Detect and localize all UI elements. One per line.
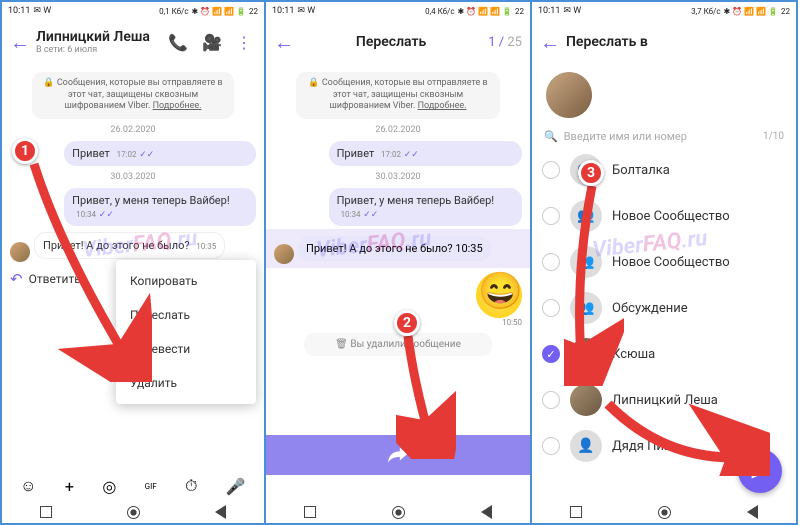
step-badge-3: 3 [578, 160, 604, 186]
video-icon[interactable]: 🎥 [198, 33, 226, 52]
message-out[interactable]: Привет, у меня теперь Вайбер! 10:34 ✓✓ [329, 188, 522, 226]
e2e-more-link[interactable]: Подробнее. [153, 101, 202, 111]
android-navbar [2, 501, 264, 523]
attach-icon[interactable]: + [65, 477, 74, 496]
reply-icon[interactable]: ↶ [10, 270, 23, 288]
forward-to-title: Переслать в [566, 34, 648, 50]
emoji-icon[interactable]: ☺ [20, 476, 36, 496]
nav-recents[interactable] [570, 506, 582, 518]
e2e-notice: 🔒 Сообщения, которые вы отправляете в эт… [32, 72, 234, 119]
android-navbar [266, 501, 530, 523]
status-bar: 10:11✉ W 0,4 Кб/с✱ ⏰ 📶 📶 🔋22 [266, 2, 530, 20]
self-avatar [546, 72, 592, 118]
contact-radio[interactable] [542, 299, 560, 317]
contact-radio[interactable] [542, 437, 560, 455]
clock-icon[interactable]: ⏱ [185, 476, 197, 496]
gif-icon[interactable]: GIF [145, 482, 157, 491]
status-bar: 10:11✉ W 0,1 Кб/с✱ ⏰ 📶 📶 🔋22 [2, 2, 264, 20]
contact-radio-checked[interactable] [542, 345, 560, 363]
contact-radio[interactable] [542, 161, 560, 179]
camera-icon[interactable]: ◎ [102, 477, 116, 496]
forward-header: ← Переслать 1 / 25 [266, 20, 530, 64]
annotation-arrow [600, 396, 770, 476]
message-out[interactable]: Привет 17:02 ✓✓ [329, 141, 522, 166]
nav-home[interactable] [392, 506, 405, 519]
nav-home[interactable] [127, 506, 140, 519]
date-separator: 26.02.2020 [10, 125, 256, 135]
contact-avatar[interactable] [274, 244, 294, 264]
nav-back[interactable] [481, 505, 492, 519]
contact-avatar [570, 384, 602, 416]
nav-recents[interactable] [304, 506, 316, 518]
chat-subtitle: В сети: 6 июля [36, 45, 158, 55]
step-badge-1: 1 [12, 138, 38, 164]
annotation-arrow [22, 152, 152, 382]
android-navbar [532, 501, 796, 523]
nav-back[interactable] [747, 505, 758, 519]
selection-count: 1/10 [763, 131, 784, 142]
contact-radio[interactable] [542, 253, 560, 271]
contact-radio[interactable] [542, 391, 560, 409]
sticker-smile[interactable] [476, 272, 522, 318]
selected-message[interactable]: Привет! А до этого не было? 10:35 [298, 236, 491, 261]
chat-header: ← Липницкий Леша В сети: 6 июля 📞 🎥 ⋮ [2, 20, 264, 64]
status-net-speed: 0,1 Кб/с [159, 7, 188, 16]
back-icon[interactable]: ← [274, 30, 294, 55]
annotation-arrow [396, 324, 456, 459]
annotation-arrow [564, 176, 624, 386]
search-input[interactable]: Введите имя или номер [564, 130, 757, 143]
back-icon[interactable]: ← [10, 30, 30, 55]
mic-button[interactable]: 🎤 [226, 477, 246, 496]
back-icon[interactable]: ← [540, 30, 560, 55]
more-icon[interactable]: ⋮ [232, 33, 256, 52]
nav-home[interactable] [658, 506, 671, 519]
step-badge-2: 2 [394, 310, 420, 336]
contact-avatar: 👤 [570, 430, 602, 462]
status-bar: 10:11✉ W 3,7 Кб/с✱ ⏰ 📶 📶 🔋22 [532, 2, 796, 20]
nav-recents[interactable] [40, 506, 52, 518]
contact-radio[interactable] [542, 207, 560, 225]
search-icon: 🔍 [544, 130, 558, 143]
status-time: 10:11 [8, 6, 30, 16]
e2e-notice: 🔒 Сообщения, которые вы отправляете в эт… [296, 72, 500, 119]
nav-back[interactable] [215, 505, 226, 519]
selection-counter: 1 / 25 [488, 35, 522, 50]
chat-title: Липницкий Леша [36, 29, 158, 45]
forward-to-header: ← Переслать в [532, 20, 796, 64]
forward-title: Переслать [300, 34, 482, 50]
call-icon[interactable]: 📞 [164, 33, 192, 52]
